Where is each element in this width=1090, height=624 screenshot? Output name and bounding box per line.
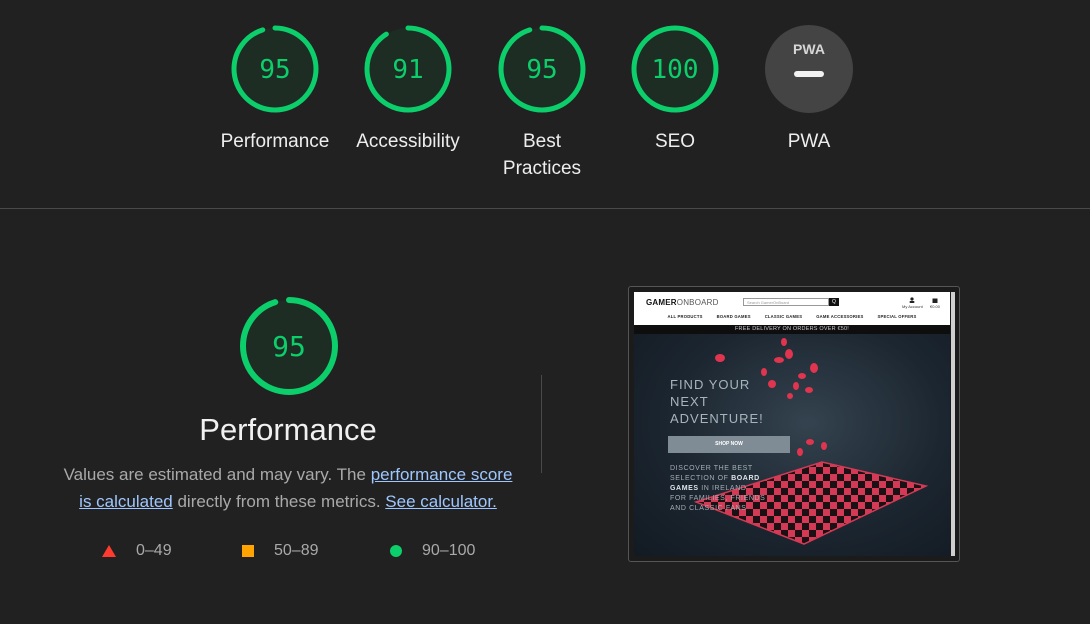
gauge-performance[interactable]: 95 Performance [215, 24, 335, 155]
hero-sub-line: AND CLASSIC FANS [670, 505, 747, 512]
pwa-badge-text: PWA [793, 41, 825, 57]
desc-text: Values are estimated and may vary. The [63, 465, 371, 484]
performance-title: Performance [199, 412, 377, 447]
circle-pass-icon [390, 545, 402, 557]
hero-line: ADVENTURE! [670, 411, 764, 426]
account-icon: My Account [902, 297, 923, 309]
score-summary: 95 Performance 91 Accessibility 95 Best … [0, 0, 1090, 208]
gauge-pwa[interactable]: PWA PWA [749, 24, 869, 155]
section-divider [0, 208, 1090, 209]
menu-item: ALL PRODUCTS [667, 314, 703, 319]
gauge-best-practices[interactable]: 95 Best Practices [482, 24, 602, 182]
pwa-dash-icon [794, 71, 824, 77]
hero-line: FIND YOUR [670, 377, 751, 392]
hero-title: FIND YOUR NEXT ADVENTURE! [670, 376, 764, 427]
gauge-seo[interactable]: 100 SEO [615, 24, 735, 155]
legend-fail: 0–49 [102, 540, 172, 562]
hero-sub-line: SELECTION OF BOARD [670, 474, 765, 484]
gauge-score: 95 [259, 55, 290, 85]
gauge-score: 91 [392, 55, 423, 85]
account-label: My Account [902, 304, 923, 309]
gauge-label: SEO [654, 131, 696, 152]
user-icon [909, 297, 915, 303]
menu-item: GAME ACCESSORIES [816, 314, 864, 319]
logo-bold: GAMER [646, 298, 677, 307]
gauge-score: 100 [652, 55, 699, 85]
gauge-label: Best Practices [502, 131, 582, 179]
hero-sub-line: DISCOVER THE BEST [670, 465, 753, 472]
menu-item: CLASSIC GAMES [764, 314, 803, 319]
legend-range: 0–49 [136, 542, 172, 559]
hero-sub-line: FOR FAMILIES, FRIENDS [670, 495, 766, 502]
hero-banner: FIND YOUR NEXT ADVENTURE! SHOP NOW DISCO… [634, 334, 950, 556]
menu-item: SPECIAL OFFERS [877, 314, 917, 319]
delivery-banner: FREE DELIVERY ON ORDERS OVER €50! [634, 325, 950, 334]
gauge-label: Performance [220, 131, 330, 152]
legend-average: 50–89 [242, 540, 319, 562]
screenshot-scrollbar [951, 292, 955, 556]
gauge-ring: 95 [240, 297, 338, 395]
gauge-ring: 95 [498, 25, 586, 113]
gauge-score: 95 [526, 55, 557, 85]
pwa-badge: PWA [765, 25, 853, 113]
performance-description: Values are estimated and may vary. The p… [62, 461, 514, 515]
shopping-bag-icon [932, 298, 938, 303]
hero-sub-text: SELECTION OF [670, 475, 732, 482]
menu-item: BOARD GAMES [716, 314, 751, 319]
final-screenshot[interactable]: GAMERONBOARD Search GamerOnBoard Q My Ac… [634, 292, 950, 556]
legend-range: 90–100 [422, 542, 476, 559]
legend-range: 50–89 [274, 542, 319, 559]
bag-label: €0.00 [930, 304, 941, 309]
shop-now-button: SHOP NOW [668, 436, 790, 453]
gauge-score: 95 [272, 330, 306, 363]
hero-sub-bold: GAMES [670, 485, 699, 492]
hero-subtitle: DISCOVER THE BEST SELECTION OF BOARD GAM… [670, 464, 765, 514]
hero-sub-line: GAMES IN IRELAND [670, 484, 765, 494]
site-navbar: GAMERONBOARD Search GamerOnBoard Q My Ac… [634, 292, 950, 325]
site-search-input: Search GamerOnBoard [743, 298, 829, 306]
gauge-label: Accessibility [356, 131, 460, 152]
gauge-label: PWA [787, 131, 831, 152]
site-logo: GAMERONBOARD [646, 298, 719, 307]
hero-sub-bold: BOARD [731, 475, 760, 482]
see-calculator-link[interactable]: See calculator. [385, 492, 497, 511]
gauge-ring: 95 [231, 25, 319, 113]
vertical-divider [541, 375, 542, 473]
legend-pass: 90–100 [390, 540, 475, 562]
search-icon: Q [829, 298, 839, 306]
square-average-icon [242, 545, 254, 557]
gauge-accessibility[interactable]: 91 Accessibility [348, 24, 468, 155]
hero-line: NEXT [670, 394, 709, 409]
performance-gauge-large: 95 [238, 295, 340, 397]
triangle-fail-icon [102, 545, 116, 557]
bag-icon: €0.00 [930, 297, 940, 309]
gauge-ring: 100 [631, 25, 719, 113]
logo-light: ONBOARD [676, 298, 719, 307]
hero-sub-text: IN IRELAND [698, 485, 747, 492]
gauge-ring: 91 [364, 25, 452, 113]
site-menu: ALL PRODUCTS BOARD GAMES CLASSIC GAMES G… [634, 314, 950, 322]
desc-text: directly from these metrics. [172, 492, 386, 511]
